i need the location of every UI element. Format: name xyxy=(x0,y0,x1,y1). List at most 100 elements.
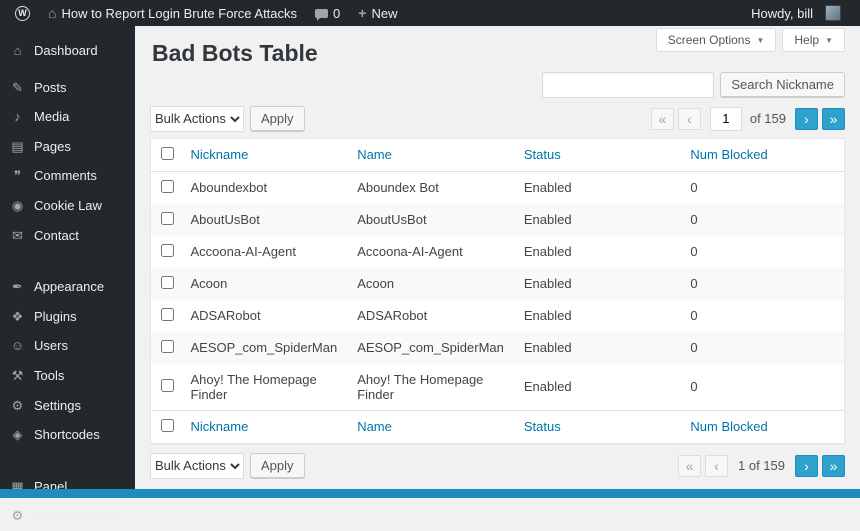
cell-name: Aboundex Bot xyxy=(357,180,439,196)
apply-button-bottom[interactable]: Apply xyxy=(250,453,305,479)
prev-page-button[interactable]: ‹ xyxy=(677,107,701,130)
wordpress-logo-icon[interactable]: W xyxy=(6,0,39,26)
screen-options-label: Screen Options xyxy=(667,33,751,47)
footer-column-header-nickname[interactable]: Nickname xyxy=(191,419,249,434)
last-page-button[interactable]: » xyxy=(822,107,845,130)
sidebar-item-cookie-law[interactable]: Cookie Law xyxy=(0,191,135,221)
cell-nickname: AESOP_com_SpiderMan xyxy=(190,340,338,356)
select-all-checkbox-footer[interactable] xyxy=(161,418,174,432)
last-page-button-bottom[interactable]: » xyxy=(822,454,845,477)
prev-page-button-bottom[interactable]: ‹ xyxy=(705,454,728,477)
page-position-label: 1 of 159 xyxy=(738,458,785,474)
bots-table-body: Aboundexbot Aboundex Bot Enabled 0 About… xyxy=(150,171,845,410)
first-page-button[interactable]: « xyxy=(650,107,674,130)
current-page-input[interactable] xyxy=(709,106,742,131)
bulk-actions-select[interactable]: Bulk Actions xyxy=(150,105,244,132)
cell-status: Enabled xyxy=(523,340,572,356)
sidebar-item-contact[interactable]: Contact xyxy=(0,221,135,251)
dashboard-icon xyxy=(10,43,25,59)
avatar xyxy=(825,5,841,21)
cell-name: AESOP_com_SpiderMan xyxy=(357,340,504,356)
page-body: Dashboard Posts Media Pages Comments Coo… xyxy=(0,26,860,523)
new-content-link[interactable]: + New xyxy=(349,0,406,26)
first-page-button-bottom[interactable]: « xyxy=(678,454,701,477)
sidebar-item-comments[interactable]: Comments xyxy=(0,161,135,191)
row-checkbox[interactable] xyxy=(161,275,174,289)
chevron-down-icon: ▼ xyxy=(756,35,765,45)
column-header-num-blocked[interactable]: Num Blocked xyxy=(690,147,767,162)
sidebar-item-dashboard[interactable]: Dashboard xyxy=(0,36,135,66)
table-row: Acoon Acoon Enabled 0 xyxy=(150,267,845,300)
bulk-actions-select-bottom[interactable]: Bulk Actions xyxy=(150,452,244,479)
sidebar-item-report-attacks[interactable]: Report Attacks xyxy=(0,501,135,531)
media-icon xyxy=(10,109,25,125)
sidebar-item-plugins[interactable]: Plugins xyxy=(0,302,135,332)
bottom-strip xyxy=(0,489,860,498)
column-header-name[interactable]: Name xyxy=(357,147,392,162)
select-all-checkbox[interactable] xyxy=(161,146,174,160)
row-checkbox[interactable] xyxy=(161,211,174,225)
cell-num-blocked: 0 xyxy=(690,212,698,228)
row-checkbox[interactable] xyxy=(161,179,174,193)
bulk-actions-bottom: Bulk Actions Apply xyxy=(150,452,305,479)
footer-column-header-status[interactable]: Status xyxy=(524,419,561,434)
table-footer: Nickname Name Status Num Blocked xyxy=(150,409,845,444)
screen-options-button[interactable]: Screen Options ▼ xyxy=(655,28,777,52)
my-account-link[interactable]: Howdy, bill xyxy=(742,0,850,26)
home-icon: ⌂ xyxy=(48,5,57,21)
search-nickname-button[interactable]: Search Nickname xyxy=(720,72,845,98)
plus-icon: + xyxy=(358,5,367,21)
sidebar-item-shortcodes[interactable]: Shortcodes xyxy=(0,420,135,450)
howdy-label: Howdy, bill xyxy=(751,5,813,21)
cell-status: Enabled xyxy=(523,212,572,228)
next-page-button-bottom[interactable]: › xyxy=(795,454,818,477)
row-checkbox[interactable] xyxy=(161,339,174,353)
sidebar-item-settings[interactable]: Settings xyxy=(0,391,135,421)
sidebar-item-tools[interactable]: Tools xyxy=(0,361,135,391)
row-checkbox[interactable] xyxy=(161,378,174,392)
settings-icon xyxy=(10,398,25,414)
sidebar-item-posts[interactable]: Posts xyxy=(0,73,135,103)
help-button[interactable]: Help ▼ xyxy=(782,28,845,52)
shortcodes-icon xyxy=(10,427,25,443)
column-header-nickname[interactable]: Nickname xyxy=(191,147,249,162)
table-footer-row: Nickname Name Status Num Blocked xyxy=(150,409,845,444)
sidebar-item-appearance[interactable]: Appearance xyxy=(0,272,135,302)
sidebar-item-pages[interactable]: Pages xyxy=(0,132,135,162)
row-checkbox[interactable] xyxy=(161,307,174,321)
comments-icon xyxy=(10,168,25,184)
cell-name: ADSARobot xyxy=(357,308,428,324)
table-header-row: Nickname Name Status Num Blocked xyxy=(150,138,845,172)
cell-num-blocked: 0 xyxy=(690,276,698,292)
cell-num-blocked: 0 xyxy=(690,379,698,395)
cell-status: Enabled xyxy=(523,244,572,260)
footer-column-header-num-blocked[interactable]: Num Blocked xyxy=(690,419,767,434)
sidebar-menu: Dashboard Posts Media Pages Comments Coo… xyxy=(0,36,135,531)
column-header-status[interactable]: Status xyxy=(524,147,561,162)
cell-name: Acoon xyxy=(357,276,395,292)
sidebar-item-media[interactable]: Media xyxy=(0,102,135,132)
admin-bar: W ⌂ How to Report Login Brute Force Atta… xyxy=(0,0,860,26)
report-attacks-icon xyxy=(10,508,25,524)
next-page-button[interactable]: › xyxy=(795,107,818,130)
search-input[interactable] xyxy=(542,71,715,98)
main-content: Screen Options ▼ Help ▼ Bad Bots Table S… xyxy=(135,26,860,498)
cell-nickname: Accoona-AI-Agent xyxy=(190,244,297,260)
tools-icon xyxy=(10,368,25,384)
site-name-link[interactable]: ⌂ How to Report Login Brute Force Attack… xyxy=(39,0,306,26)
posts-icon xyxy=(10,80,25,96)
bots-table: Nickname Name Status Num Blocked Abounde… xyxy=(150,137,845,444)
row-checkbox[interactable] xyxy=(161,243,174,257)
footer-column-header-name[interactable]: Name xyxy=(357,419,392,434)
cell-status: Enabled xyxy=(523,379,572,395)
table-row: Accoona-AI-Agent Accoona-AI-Agent Enable… xyxy=(151,236,845,268)
cell-nickname: AboutUsBot xyxy=(190,212,260,228)
table-row: Aboundexbot Aboundex Bot Enabled 0 xyxy=(151,171,845,204)
table-header: Nickname Name Status Num Blocked xyxy=(150,138,845,172)
search-box: Search Nickname xyxy=(150,71,845,98)
pages-icon xyxy=(10,139,25,155)
sidebar-item-users[interactable]: Users xyxy=(0,331,135,361)
apply-button[interactable]: Apply xyxy=(250,106,305,132)
table-nav-top: Bulk Actions Apply « ‹ of 159 › » xyxy=(150,105,845,132)
comments-link[interactable]: 0 xyxy=(306,0,349,26)
